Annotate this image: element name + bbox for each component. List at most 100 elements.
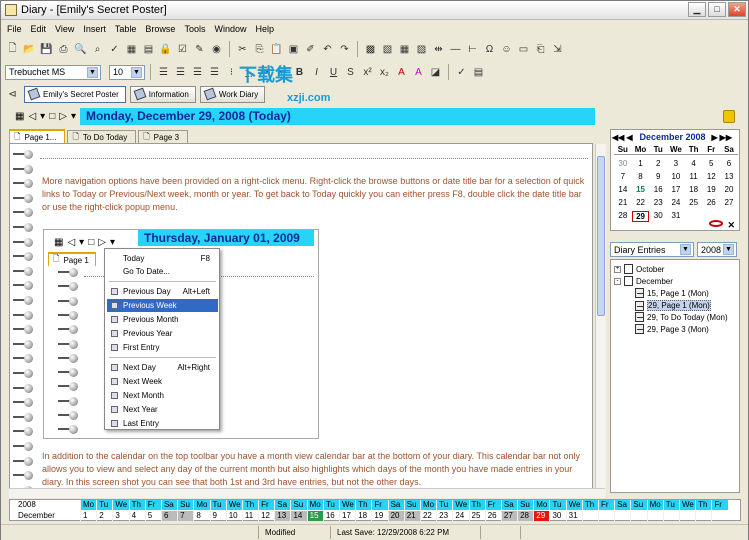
today-circle-icon[interactable] xyxy=(709,220,724,227)
menu-item-previous-year[interactable]: Previous Year xyxy=(107,327,218,340)
calendar-day[interactable]: 27 xyxy=(720,198,738,207)
spell-icon[interactable]: ✓ xyxy=(107,42,122,57)
calendar-day[interactable]: 1 xyxy=(632,159,650,168)
month-bar-day[interactable]: 9 xyxy=(209,511,226,521)
calendar-day-today[interactable]: 29 xyxy=(631,211,650,222)
month-bar-day[interactable]: 24 xyxy=(452,511,468,521)
highlight-color-icon[interactable]: A xyxy=(411,65,426,80)
month-bar-day[interactable]: 17 xyxy=(339,511,355,521)
calendar-day[interactable]: 21 xyxy=(614,198,632,207)
calendar-day[interactable]: 20 xyxy=(720,185,738,194)
inner-tab-page-1[interactable]: 🗋 Page 1 xyxy=(48,252,96,266)
redo-icon[interactable]: ↷ xyxy=(337,42,352,57)
lock-icon[interactable] xyxy=(723,110,735,123)
minimize-button[interactable]: ▁ xyxy=(688,2,706,17)
page-icon[interactable]: ▤ xyxy=(141,42,156,57)
month-bar-day[interactable]: 10 xyxy=(225,511,242,521)
calendar-day[interactable]: 24 xyxy=(667,198,685,207)
month-bar-day[interactable]: 22 xyxy=(419,511,436,521)
collapse-icon[interactable]: - xyxy=(614,277,621,285)
image-icon[interactable]: ▧ xyxy=(380,42,395,57)
calendar-day-with-entry[interactable]: 15 xyxy=(632,185,650,194)
menu-insert[interactable]: Insert xyxy=(83,24,106,34)
next-icon[interactable]: ▷ xyxy=(59,111,67,122)
italic-icon[interactable]: I xyxy=(309,65,324,80)
link-icon[interactable]: ⇹ xyxy=(431,42,446,57)
tree-node-entry-selected[interactable]: 29, Page 1 (Mon) xyxy=(635,300,711,311)
pin-icon[interactable]: ✎ xyxy=(192,42,207,57)
month-bar-day[interactable]: 6 xyxy=(160,511,178,521)
calendar-day[interactable]: 25 xyxy=(685,198,703,207)
tree-node-october[interactable]: + October xyxy=(614,264,664,274)
previous-icon[interactable]: ◁ xyxy=(67,237,75,248)
bold-icon[interactable]: B xyxy=(292,65,307,80)
table-icon[interactable]: ▦ xyxy=(397,42,412,57)
calendar-day[interactable]: 16 xyxy=(649,185,667,194)
justify-icon[interactable]: ☰ xyxy=(207,65,222,80)
object-icon[interactable]: ▨ xyxy=(414,42,429,57)
previous-month-icon[interactable]: ◀ xyxy=(626,133,632,142)
tree-node-entry[interactable]: 15, Page 1 (Mon) xyxy=(635,288,709,298)
tab-page-1[interactable]: 🗋 Page 1... xyxy=(9,129,66,144)
month-bar-day[interactable]: 28 xyxy=(517,511,534,521)
symbol-icon[interactable]: Ω xyxy=(482,42,497,57)
paste-special-icon[interactable]: ▣ xyxy=(286,42,301,57)
lock-icon[interactable]: 🔒 xyxy=(158,42,173,57)
abc-check-icon[interactable]: ▤ xyxy=(471,65,486,80)
chevron-down-icon[interactable]: ▾ xyxy=(79,237,84,248)
previous-icon[interactable]: ◁ xyxy=(28,111,36,122)
month-bar-day[interactable]: 25 xyxy=(468,511,485,521)
month-bar-day[interactable]: 12 xyxy=(258,511,274,521)
menu-item-next-day[interactable]: Next Day Alt+Right xyxy=(107,361,218,374)
menu-file[interactable]: File xyxy=(7,24,22,34)
page-icon[interactable]: □ xyxy=(88,237,94,248)
calendar-day[interactable]: 22 xyxy=(632,198,650,207)
globe-icon[interactable]: ◉ xyxy=(209,42,224,57)
save-icon[interactable]: 💾 xyxy=(39,42,54,57)
menu-item-next-month[interactable]: Next Month xyxy=(107,389,218,402)
export-icon[interactable]: ⇲ xyxy=(550,42,565,57)
month-bar-day[interactable]: 8 xyxy=(193,511,209,521)
month-bar-day[interactable]: 5 xyxy=(144,511,161,521)
align-right-icon[interactable]: ☰ xyxy=(190,65,205,80)
text-box-icon[interactable]: ▭ xyxy=(516,42,531,57)
menu-item-go-to-date[interactable]: Go To Date... xyxy=(107,265,218,278)
menu-help[interactable]: Help xyxy=(255,24,274,34)
underline-icon[interactable]: U xyxy=(326,65,341,80)
maximize-button[interactable]: □ xyxy=(708,2,726,17)
calendar-day[interactable]: 8 xyxy=(632,172,650,181)
next-year-icon[interactable]: ▶▶ xyxy=(720,133,732,142)
calendar-day[interactable]: 13 xyxy=(720,172,738,181)
month-bar-day[interactable]: 14 xyxy=(290,511,307,521)
bullets-icon[interactable]: ⁝ xyxy=(224,65,239,80)
calendar-day[interactable]: 30 xyxy=(649,211,667,222)
month-bar-day[interactable]: 1 xyxy=(80,511,96,521)
calendar-day[interactable]: 19 xyxy=(702,185,720,194)
calendar-day[interactable]: 3 xyxy=(667,159,685,168)
strikethrough-icon[interactable]: S xyxy=(343,65,358,80)
menu-item-previous-month[interactable]: Previous Month xyxy=(107,313,218,326)
chevron-down-icon[interactable]: ▾ xyxy=(40,111,45,122)
month-bar-day[interactable]: 20 xyxy=(387,511,404,521)
month-bar-day[interactable]: 27 xyxy=(500,511,518,521)
content-paragraph[interactable]: In addition to the calendar on the top t… xyxy=(42,450,590,489)
menu-item-next-week[interactable]: Next Week xyxy=(107,375,218,388)
menu-item-previous-week[interactable]: Previous Week xyxy=(107,299,218,312)
open-icon[interactable]: 📂 xyxy=(22,42,37,57)
calendar-day[interactable]: 11 xyxy=(685,172,703,181)
calendar-day[interactable]: 4 xyxy=(685,159,703,168)
calendar-day[interactable]: 14 xyxy=(614,185,632,194)
find-icon[interactable]: ⌕ xyxy=(90,42,105,57)
copy-icon[interactable]: ⎘ xyxy=(252,42,267,57)
vertical-scrollbar[interactable] xyxy=(595,144,606,496)
font-select[interactable]: Trebuchet MS ▼ xyxy=(5,64,101,80)
undo-icon[interactable]: ↶ xyxy=(320,42,335,57)
previous-year-icon[interactable]: ◀◀ xyxy=(612,133,624,142)
tab-page-3[interactable]: 🗋 Page 3 xyxy=(138,130,189,144)
quick-link-emilys-secret-poster[interactable]: Emily's Secret Poster xyxy=(24,85,126,103)
menu-item-last-entry[interactable]: Last Entry xyxy=(107,417,218,430)
picture-icon[interactable]: ▩ xyxy=(363,42,378,57)
smiley-icon[interactable]: ☺ xyxy=(499,42,514,57)
close-button[interactable]: ✕ xyxy=(728,2,746,17)
scrollbar-thumb[interactable] xyxy=(597,156,605,316)
